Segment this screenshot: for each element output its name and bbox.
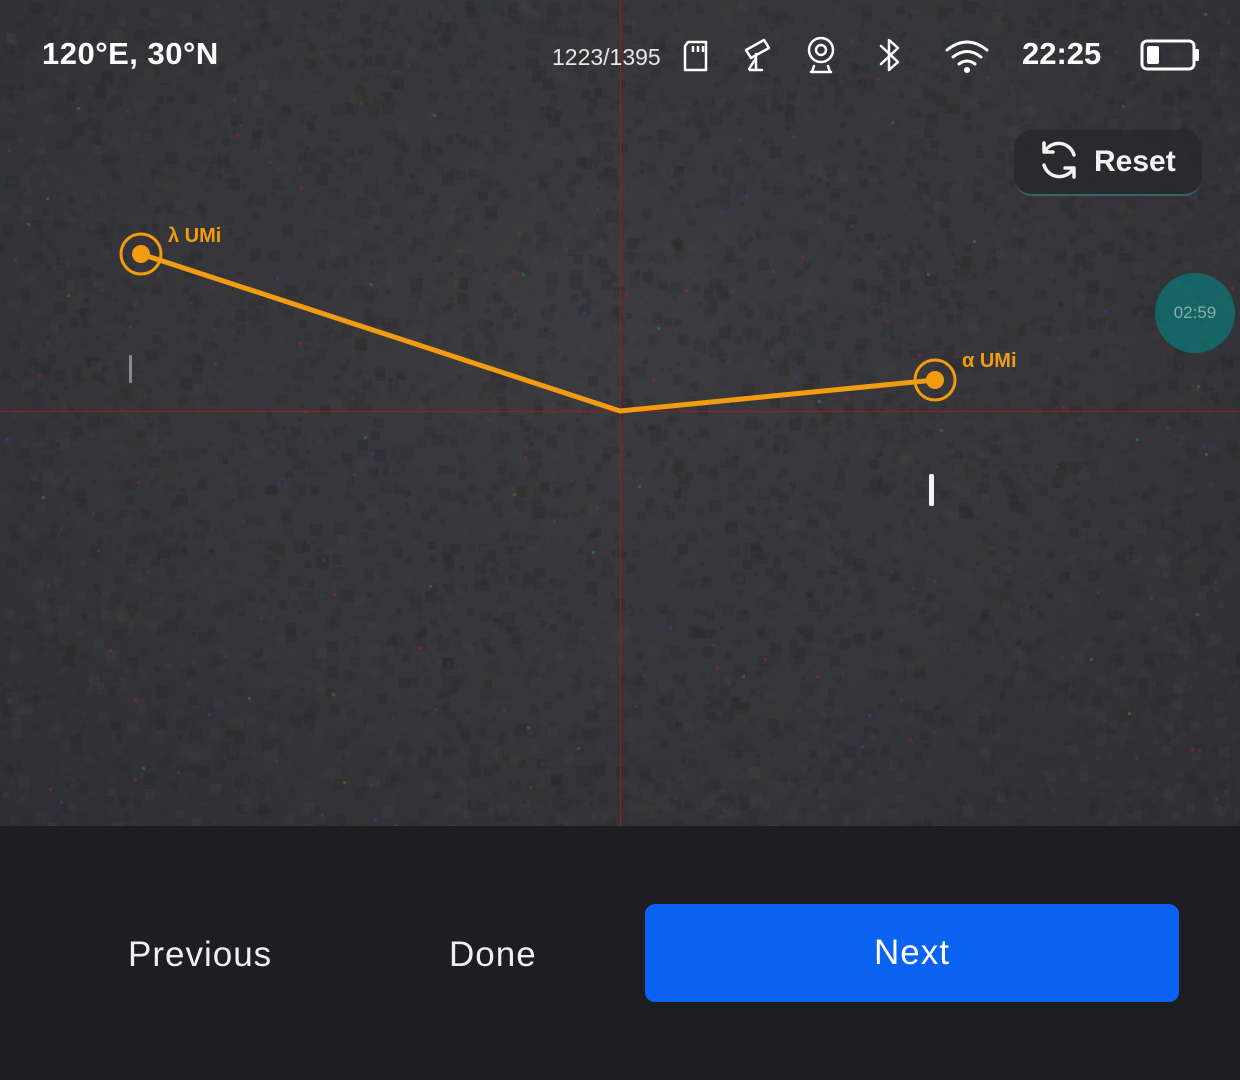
status-bar: 120°E, 30°N 1223/1395 22:25: [0, 0, 1240, 110]
reset-label: Reset: [1094, 145, 1176, 178]
bright-star: [929, 474, 934, 506]
battery-icon: [1140, 38, 1200, 77]
star-label-lambda-umi: λ UMi: [168, 225, 221, 247]
refresh-icon: [1036, 137, 1082, 188]
timer-text: 02:59: [1173, 303, 1217, 322]
location-coordinates: 120°E, 30°N: [42, 36, 219, 71]
storage-count: 1223/1395: [552, 44, 661, 70]
bottom-bar: Previous Done Next: [0, 826, 1240, 1080]
faint-star: [129, 355, 132, 383]
bluetooth-icon: [874, 36, 906, 79]
telescope-icon: [740, 36, 774, 77]
star-overlay: λ UMi α UMi: [119, 225, 1017, 506]
reset-button[interactable]: Reset: [1014, 130, 1202, 196]
next-button[interactable]: Next: [645, 904, 1179, 1002]
previous-button[interactable]: Previous: [122, 934, 278, 976]
star-label-alpha-umi: α UMi: [962, 350, 1017, 372]
done-button[interactable]: Done: [443, 934, 543, 976]
alignment-line: [140, 251, 936, 414]
wifi-icon: [944, 38, 990, 79]
star-marker-lambda-umi: [119, 232, 163, 276]
timer-bubble[interactable]: 02:59: [1155, 273, 1235, 353]
sd-card-icon: [682, 40, 710, 77]
clock: 22:25: [1022, 36, 1102, 71]
camera-icon: [804, 36, 838, 79]
